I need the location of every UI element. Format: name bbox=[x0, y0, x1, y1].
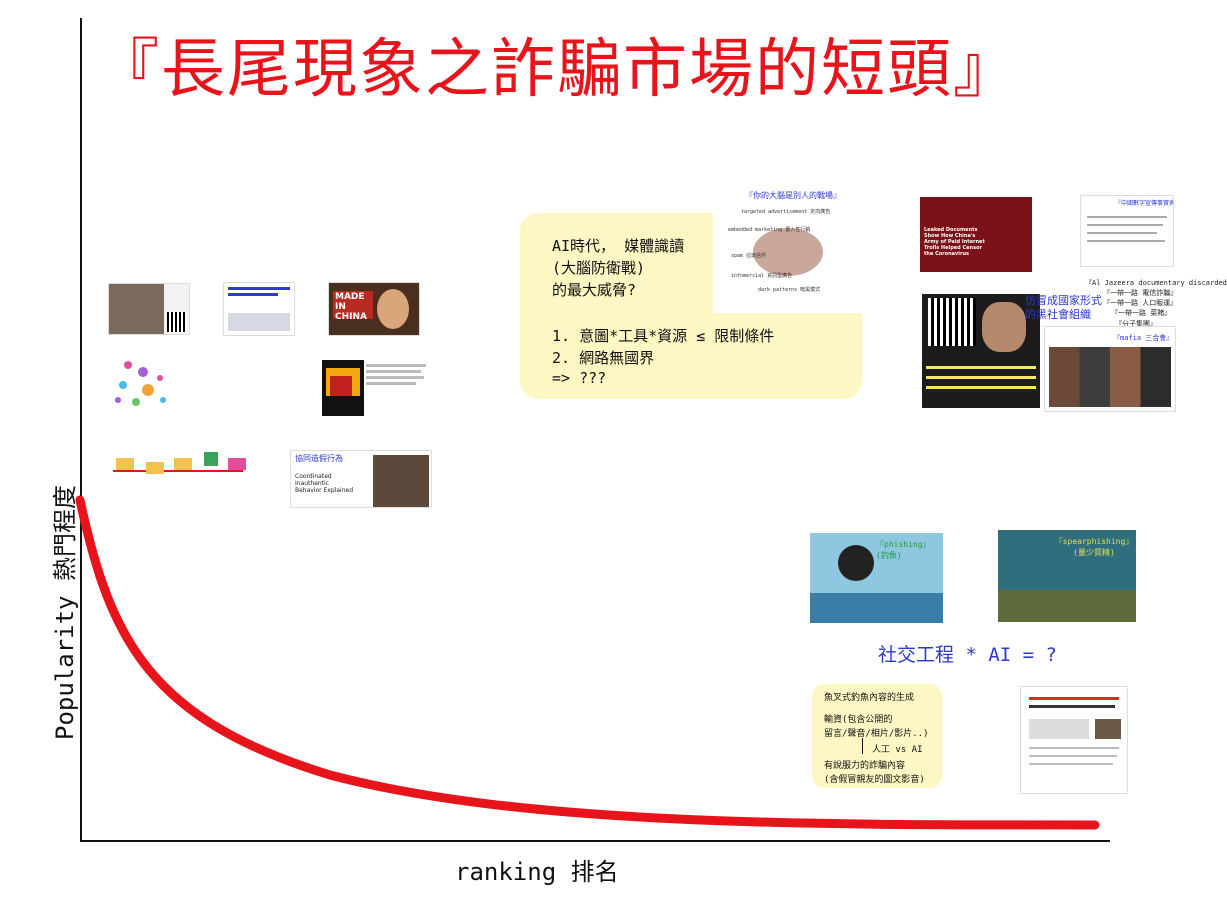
bottom-note-line-6: (含假冒親友的圖文影音) bbox=[824, 775, 925, 785]
book-description-text bbox=[366, 360, 432, 416]
brain-battlefield-card: 『你的大腦是別人的戰場』 targeted advertisement 定向廣告… bbox=[713, 188, 863, 313]
collab-caption: 協同造假行為 bbox=[295, 454, 343, 463]
spearphishing-caption: 『spearphishing』 (量少質精) bbox=[1054, 537, 1134, 557]
made-in-china-thumbnail: MADE IN CHINA bbox=[328, 282, 420, 336]
bottom-note-line-3: 留言/聲音/相片/影片..) bbox=[824, 729, 929, 739]
coordinated-behavior-thumbnail: 協同造假行為 Coordinated Inauthentic Behavior … bbox=[290, 450, 432, 508]
social-engineering-equation: 社交工程 * AI = ? bbox=[878, 644, 1057, 666]
spearphishing-generation-note: 魚叉式釣魚內容的生成 輸資(包含公開的 留言/聲音/相片/影片..) 人工 vs… bbox=[812, 684, 942, 788]
bottom-note-line-5: 有說服力的詐騙內容 bbox=[824, 761, 906, 771]
network-graph-thumbnail bbox=[108, 350, 180, 415]
mafia-caption: 『mafia 三合會』 bbox=[1113, 334, 1174, 342]
fact-sheet-thumbnail: 『中國數字宣傳事實表』 bbox=[1080, 195, 1174, 267]
arrow-down-icon bbox=[862, 738, 863, 754]
spearphishing-thumbnail: 『spearphishing』 (量少質精) bbox=[998, 530, 1136, 622]
bottom-note-line-1: 魚叉式釣魚內容的生成 bbox=[824, 693, 915, 703]
brain-label-1: targeted advertisement 定向廣告 bbox=[741, 209, 831, 215]
phishing-caption: 『phishing』 (釣魚) bbox=[876, 540, 931, 560]
main-note-line-5: 2. 網路無國界 bbox=[552, 349, 655, 367]
news-article-thumbnail bbox=[1020, 686, 1128, 794]
aljazeera-title: 『Al Jazeera documentary discarded Chines… bbox=[1085, 279, 1227, 287]
mafia-search-thumbnail: 『mafia 三合會』 bbox=[1044, 326, 1176, 412]
article-thumbnail-youtube bbox=[223, 282, 295, 336]
documentary-video-thumbnail bbox=[922, 294, 1040, 408]
main-note-line-3: 的最大威脅? bbox=[552, 281, 637, 299]
brain-label-8: dark patterns 暗黑模式 bbox=[758, 287, 821, 293]
brain-label-3: embedded marketing 置入性行銷 bbox=[728, 227, 811, 233]
thief-icon bbox=[838, 545, 874, 581]
propublica-caption: Leaked Documents Show How China's Army o… bbox=[924, 227, 985, 257]
imitate-state-caption: 仿冒成國家形式的黑社會組織 bbox=[1025, 294, 1102, 322]
made-in-china-label: MADE IN CHINA bbox=[333, 291, 373, 322]
main-note-line-4: 1. 意圖*工具*資源 ≤ 限制條件 bbox=[552, 327, 775, 345]
timeline-thumbnail bbox=[108, 440, 248, 506]
propublica-thumbnail: Leaked Documents Show How China's Army o… bbox=[920, 197, 1032, 272]
qr-code-icon bbox=[928, 298, 976, 346]
book-cover-thumbnail bbox=[322, 360, 364, 416]
bottom-note-line-2: 輸資(包含公開的 bbox=[824, 715, 893, 725]
brain-label-5: spam 垃圾信件 bbox=[731, 253, 767, 259]
main-note-line-2: (大腦防衛戰) bbox=[552, 259, 646, 277]
fact-sheet-title: 『中國數字宣傳事實表』 bbox=[1115, 200, 1173, 207]
main-note-line-6: => ??? bbox=[552, 369, 607, 387]
brain-label-7: infomercial 資訊型廣告 bbox=[731, 273, 793, 279]
video-thumbnail-speaker bbox=[108, 283, 190, 335]
main-note-line-1: AI時代， 媒體識讀 bbox=[552, 237, 685, 255]
brain-card-title: 『你的大腦是別人的戰場』 bbox=[745, 191, 841, 200]
bottom-note-line-4: 人工 vs AI bbox=[872, 745, 923, 755]
coordinated-caption: Coordinated Inauthentic Behavior Explain… bbox=[295, 473, 354, 495]
phishing-thumbnail: 『phishing』 (釣魚) bbox=[810, 533, 943, 623]
